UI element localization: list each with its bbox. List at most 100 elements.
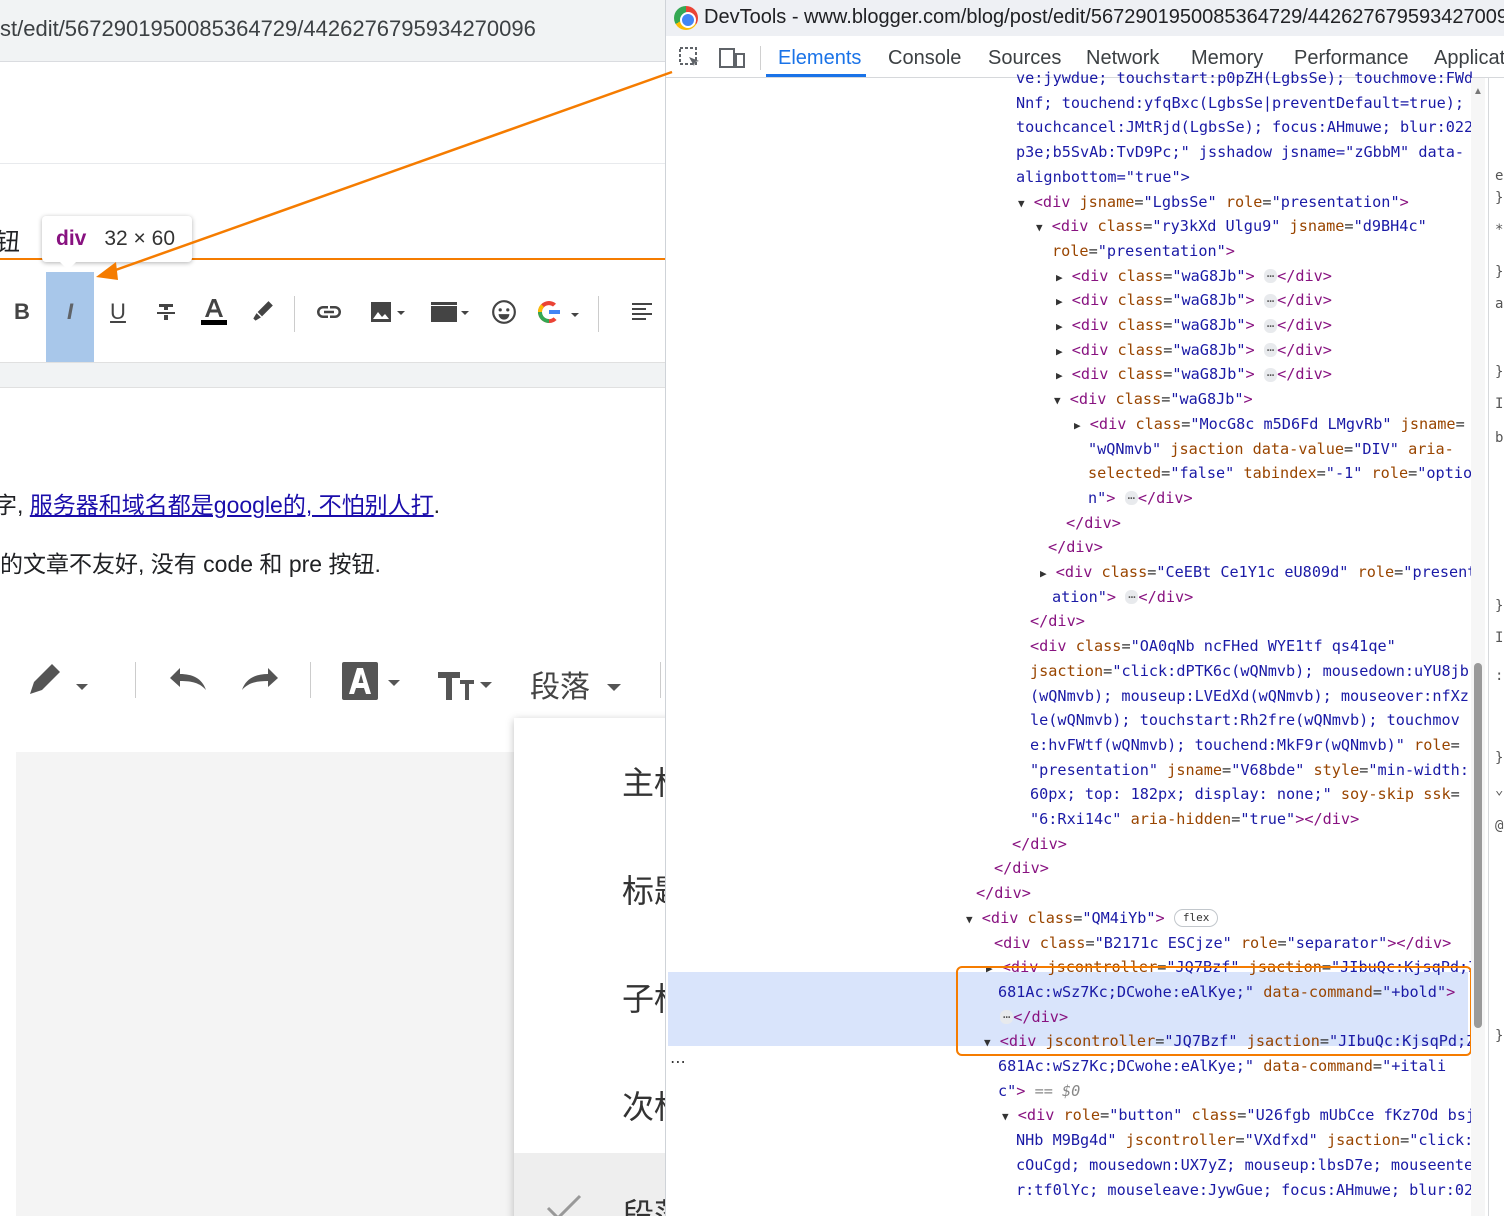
devtools-title-bar: DevTools - www.blogger.com/blog/post/edi… xyxy=(666,0,1504,36)
text-color-button[interactable] xyxy=(194,288,234,336)
check-icon xyxy=(546,1194,582,1216)
font-style-button[interactable] xyxy=(340,660,404,710)
dom-node-line[interactable]: </div> xyxy=(1048,535,1103,560)
dom-node-line[interactable]: <div class="B2171c ESCjze" role="separat… xyxy=(994,931,1451,956)
menu-option-subheading[interactable]: 子标 xyxy=(622,974,665,1020)
dom-node-line[interactable]: ▶ <div class="waG8Jb"> ⋯ </div> xyxy=(1056,313,1332,338)
google-icon xyxy=(537,301,579,324)
dom-node-line[interactable]: c"> == $0 xyxy=(998,1079,1080,1104)
video-button[interactable] xyxy=(424,288,474,336)
link-icon xyxy=(317,306,341,318)
text-size-icon xyxy=(438,672,492,700)
dom-node-line[interactable]: cOuCgd; mousedown:UX7yZ; mouseup:lbsD7e;… xyxy=(1016,1153,1473,1178)
image-button[interactable] xyxy=(362,288,412,336)
link-button[interactable] xyxy=(309,288,349,336)
dom-node-line[interactable]: </div> xyxy=(976,881,1031,906)
emoji-icon xyxy=(492,300,516,324)
google-translate-button[interactable] xyxy=(534,288,584,336)
tab-elements[interactable]: Elements xyxy=(778,47,861,70)
align-button[interactable] xyxy=(622,288,662,336)
pencil-mode-button[interactable] xyxy=(26,660,96,708)
dom-node-line[interactable]: <div class="OA0qNb ncFHed WYE1tf qs41qe" xyxy=(1030,634,1396,659)
font-style-icon xyxy=(342,662,400,700)
bold-label: B xyxy=(14,299,30,324)
dom-node-line[interactable]: e:hvFWtf(wQNmvb); touchend:MkF9r(wQNmvb)… xyxy=(1030,733,1460,758)
undo-icon xyxy=(170,668,206,690)
post-title-partial[interactable]: 钮 xyxy=(0,222,20,257)
dom-node-line[interactable]: ▶ <div class="waG8Jb"> ⋯ </div> xyxy=(1056,264,1332,289)
editor-divider-band xyxy=(0,362,665,388)
dom-node-line[interactable]: </div> xyxy=(1012,832,1067,857)
underline-button[interactable]: U xyxy=(98,288,138,336)
dom-node-line[interactable]: ▼ <div jsname="LgbsSe" role="presentatio… xyxy=(1018,190,1409,215)
dom-node-line[interactable]: n"> ⋯ </div> xyxy=(1088,486,1193,511)
menu-option-title[interactable]: 标题 xyxy=(622,866,665,912)
bold-button[interactable]: B xyxy=(2,288,42,336)
scroll-thumb[interactable] xyxy=(1474,663,1482,1028)
inspect-element-icon[interactable] xyxy=(678,46,702,76)
dom-node-line[interactable]: ▼ <div role="button" class="U26fgb mUbCc… xyxy=(1002,1103,1475,1128)
video-icon xyxy=(431,302,469,322)
paragraph-style-dropdown[interactable]: 段落 xyxy=(530,662,624,706)
dom-node-line[interactable]: (wQNmvb); mouseup:LVEdXd(wQNmvb); mouseo… xyxy=(1030,684,1469,709)
dom-node-line[interactable]: le(wQNmvb); touchstart:Rh2fre(wQNmvb); t… xyxy=(1030,708,1460,733)
dom-node-line[interactable]: role="presentation"> xyxy=(1052,239,1235,264)
dom-node-line[interactable]: selected="false" tabindex="-1" role="opt… xyxy=(1088,461,1472,486)
address-url[interactable]: st/edit/5672901950085364729/442627679593… xyxy=(0,16,536,42)
dom-node-line[interactable]: Nnf; touchend:yfqBxc(LgbsSe|preventDefau… xyxy=(1016,91,1464,116)
text-size-button[interactable] xyxy=(436,662,498,710)
dom-node-line[interactable]: "presentation" jsname="V68bde" style="mi… xyxy=(1030,758,1469,783)
strikethrough-icon xyxy=(157,304,175,320)
dom-node-line[interactable]: ▶ <div class="waG8Jb"> ⋯ </div> xyxy=(1056,362,1332,387)
dom-node-line[interactable]: ▶ <div class="waG8Jb"> ⋯ </div> xyxy=(1056,338,1332,363)
dom-node-line[interactable]: 681Ac:wSz7Kc;DCwohe:eAlKye;" data-comman… xyxy=(998,1054,1446,1079)
redo-button[interactable] xyxy=(238,662,282,704)
dom-node-line[interactable]: alignbottom="true"> xyxy=(1016,165,1190,190)
paragraph-text: 字, xyxy=(0,492,24,518)
menu-option-heading[interactable]: 主标 xyxy=(622,758,665,804)
dom-node-line[interactable]: ▶ <div class="CeEBt Ce1Y1c eU809d" role=… xyxy=(1040,560,1476,585)
strikethrough-button[interactable] xyxy=(146,288,186,336)
dom-node-line[interactable]: ation"> ⋯ </div> xyxy=(1052,585,1193,610)
dom-node-line[interactable]: ve:jywdue; touchstart:p0pZH(LgbsSe); tou… xyxy=(1016,66,1473,91)
menu-option-label: 段落 xyxy=(622,1197,665,1216)
menu-option-paragraph[interactable]: 段落 xyxy=(546,1190,665,1216)
italic-label: I xyxy=(66,299,74,324)
selected-node-marker: == $0 xyxy=(1034,1081,1081,1100)
dom-node-line[interactable]: "6:Rxi14c" aria-hidden="true"></div> xyxy=(1030,807,1359,832)
dom-node-line[interactable]: ▶ <div class="MocG8c m5D6Fd LMgvRb" jsna… xyxy=(1074,412,1465,437)
dom-node-line[interactable]: </div> xyxy=(1030,609,1085,634)
dom-node-line[interactable]: </div> xyxy=(1066,511,1121,536)
editor-content-area[interactable] xyxy=(16,752,536,1216)
toolbar-separator xyxy=(660,662,661,698)
tooltip-tag: div xyxy=(56,227,87,250)
dom-node-line[interactable]: ▼ <div class="QM4iYb"> flex xyxy=(966,906,1219,931)
paragraph-style-label: 段落 xyxy=(530,671,590,704)
dom-node-line[interactable]: p3e;b5SvAb:TvD9Pc;" jsshadow jsname="zGb… xyxy=(1016,140,1464,165)
dom-node-line[interactable]: 60px; top: 182px; display: none;" soy-sk… xyxy=(1030,782,1460,807)
tab-console[interactable]: Console xyxy=(888,47,961,70)
device-toolbar-icon[interactable] xyxy=(718,46,746,76)
tooltip-dimensions: 32 × 60 xyxy=(104,227,175,250)
flex-badge[interactable]: flex xyxy=(1173,909,1219,928)
dom-node-line[interactable]: ▼ <div class="waG8Jb"> xyxy=(1054,387,1253,412)
italic-button[interactable]: I xyxy=(50,288,90,336)
dom-node-line[interactable]: NHb M9Bg4d" jscontroller="VXdfxd" jsacti… xyxy=(1016,1128,1473,1153)
address-bar[interactable]: st/edit/5672901950085364729/442627679593… xyxy=(0,0,665,62)
dom-node-line[interactable]: jsaction="click:dPTK6c(wQNmvb); mousedow… xyxy=(1030,659,1469,684)
dom-node-line[interactable]: r:tf0lYc; mouseleave:JywGue; focus:AHmuw… xyxy=(1016,1178,1473,1203)
menu-option-minor-heading[interactable]: 次标 xyxy=(622,1082,665,1128)
post-link[interactable]: 服务器和域名都是google的, 不怕别人打 xyxy=(30,492,434,518)
highlight-button[interactable] xyxy=(242,288,282,336)
dom-node-line[interactable]: touchcancel:JMtRjd(LgbsSe); focus:AHmuwe… xyxy=(1016,115,1473,140)
scroll-up-arrow-icon[interactable]: ▲ xyxy=(1473,86,1483,97)
dom-node-line[interactable]: </div> xyxy=(994,856,1049,881)
dom-node-line[interactable]: "wQNmvb" jsaction data-value="DIV" aria- xyxy=(1088,437,1454,462)
image-icon xyxy=(371,302,405,322)
emoji-button[interactable] xyxy=(484,288,524,336)
undo-button[interactable] xyxy=(166,662,210,704)
dom-node-line[interactable]: ▶ <div class="waG8Jb"> ⋯ </div> xyxy=(1056,288,1332,313)
dom-tree-scrollbar[interactable]: ▲ xyxy=(1471,78,1485,1216)
dom-node-line[interactable]: ▼ <div class="ry3kXd Ulgu9" jsname="d9BH… xyxy=(1036,214,1427,239)
devtools-title: DevTools - www.blogger.com/blog/post/edi… xyxy=(704,6,1504,28)
